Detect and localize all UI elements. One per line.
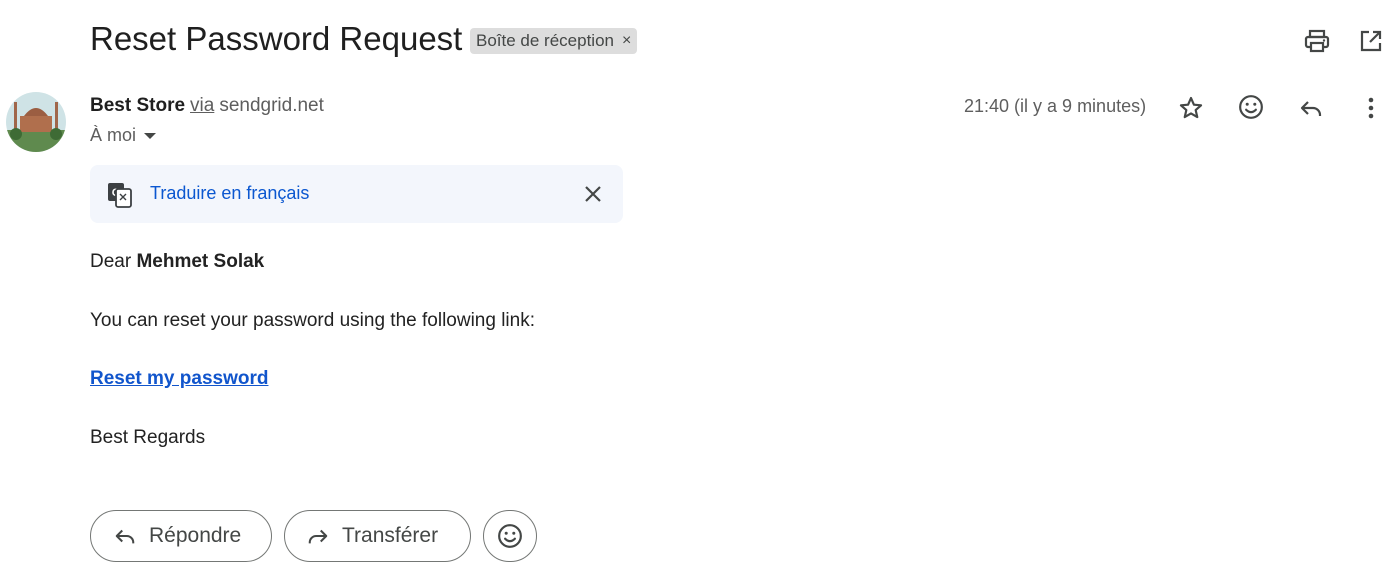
more-options-button[interactable]	[1358, 94, 1384, 122]
chevron-down-icon	[144, 132, 157, 139]
reply-icon	[115, 529, 135, 544]
open-in-new-window-icon	[1360, 30, 1382, 52]
greeting: Dear Mehmet Solak	[90, 251, 264, 273]
reply-icon	[1300, 101, 1322, 116]
print-button[interactable]	[1300, 26, 1334, 56]
close-icon	[585, 186, 601, 202]
reply-action-button[interactable]: Répondre	[90, 510, 272, 562]
emoji-reaction-button[interactable]	[483, 510, 537, 562]
forward-action-button[interactable]: Transférer	[284, 510, 471, 562]
add-reaction-button[interactable]	[1236, 93, 1266, 121]
open-in-new-window-button[interactable]	[1354, 26, 1388, 56]
greeting-prefix: Dear	[90, 251, 132, 272]
email-subject: Reset Password Request	[90, 20, 463, 57]
emoji-icon	[1239, 95, 1263, 119]
reset-password-link[interactable]: Reset my password	[90, 368, 268, 390]
translate-icon: G	[106, 181, 134, 209]
star-button[interactable]	[1176, 94, 1206, 122]
label-chip-text: Boîte de réception	[476, 31, 614, 50]
label-chip-inbox[interactable]: Boîte de réception ×	[470, 28, 638, 54]
star-icon	[1179, 96, 1203, 119]
forward-icon	[308, 529, 328, 544]
recipient-name: Mehmet Solak	[136, 251, 265, 272]
body-line: You can reset your password using the fo…	[90, 310, 535, 331]
sender-avatar[interactable]	[6, 92, 66, 152]
sender-line: Best Store via sendgrid.net	[90, 95, 324, 117]
reply-action-label: Répondre	[149, 524, 242, 547]
dismiss-translate-button[interactable]	[580, 180, 606, 208]
recipient-label: À moi	[90, 125, 137, 145]
more-vertical-icon	[1368, 97, 1374, 119]
forward-action-label: Transférer	[342, 524, 439, 547]
translate-link[interactable]: Traduire en français	[150, 183, 309, 204]
avatar-image	[6, 92, 66, 152]
sender-name[interactable]: Best Store	[90, 95, 185, 116]
emoji-icon	[498, 524, 522, 548]
reply-button[interactable]	[1296, 94, 1326, 122]
recipient-details[interactable]: À moi	[90, 125, 157, 146]
via-link[interactable]: via	[190, 95, 214, 116]
email-timestamp: 21:40 (il y a 9 minutes)	[964, 96, 1147, 116]
print-icon	[1304, 29, 1330, 53]
label-chip-remove-button[interactable]: ×	[622, 32, 631, 50]
closing-text: Best Regards	[90, 427, 206, 448]
sender-domain: sendgrid.net	[219, 95, 324, 116]
